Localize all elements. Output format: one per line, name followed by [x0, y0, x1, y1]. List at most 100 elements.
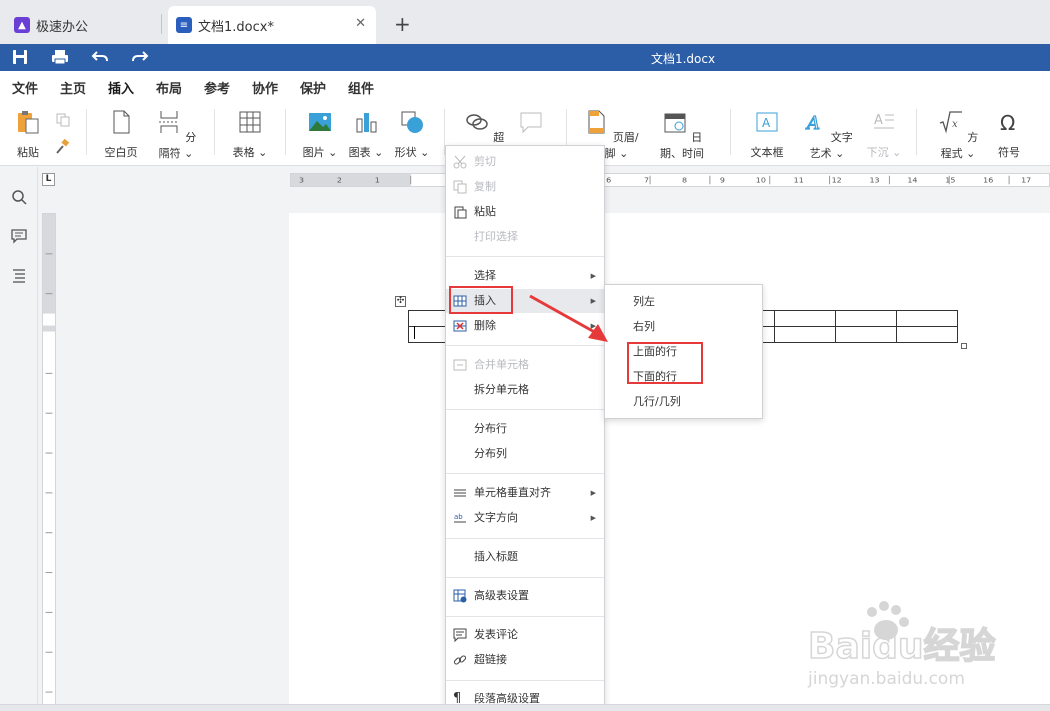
window-title: 文档1.docx — [650, 52, 716, 66]
baidu-watermark: Baidu经验 jingyan.baidu.com — [807, 601, 996, 689]
menu-components[interactable]: 组件 — [348, 78, 374, 97]
svg-text:6: 6 — [606, 176, 611, 184]
omega-icon: Ω — [1000, 111, 1015, 135]
menu-separator — [446, 616, 604, 617]
align-icon — [454, 489, 466, 497]
rocket-icon: ▲ — [14, 17, 30, 33]
table-button[interactable]: 表格 ⌄ — [232, 109, 268, 160]
textart-button[interactable]: A 文字艺术 ⌄ — [798, 109, 856, 161]
header-footer-icon — [588, 110, 605, 134]
new-tab-button[interactable]: + — [394, 12, 411, 36]
menu-item-distribute-cols[interactable]: 分布列 — [446, 442, 604, 466]
svg-text:14: 14 — [907, 176, 917, 184]
menu-insert[interactable]: 插入 — [108, 78, 135, 103]
shape-button[interactable]: 形状 ⌄ — [394, 109, 430, 160]
tab-document[interactable]: ≡ 文档1.docx* ✕ — [168, 6, 376, 44]
copy-icon — [453, 180, 467, 194]
tab-app-home[interactable]: ▲ 极速办公 — [6, 6, 156, 44]
format-painter-icon[interactable] — [54, 139, 70, 155]
menu-item-select[interactable]: 选择 ▶ — [446, 264, 604, 288]
horizontal-ruler[interactable]: 3 2 1 6 7 8 9 10 11 12 13 14 15 16 17 — [290, 173, 1050, 187]
textbox-button[interactable]: A 文本框 — [748, 109, 786, 160]
table-cell[interactable] — [774, 326, 836, 343]
table-move-handle[interactable]: ✣ — [395, 296, 406, 307]
dropcap-button[interactable]: A 下沉 ⌄ — [864, 109, 904, 160]
search-icon[interactable] — [11, 189, 27, 205]
link-icon — [453, 655, 467, 665]
table-settings-icon — [453, 589, 467, 603]
submenu-item-rows-cols[interactable]: 几行/几列 — [605, 389, 762, 414]
menu-references[interactable]: 参考 — [204, 78, 230, 97]
menu-item-post-comment[interactable]: 发表评论 — [446, 623, 604, 647]
svg-text:8: 8 — [682, 176, 687, 184]
chart-button[interactable]: 图表 ⌄ — [348, 109, 384, 160]
menu-collaborate[interactable]: 协作 — [252, 78, 278, 97]
merge-cells-icon — [453, 359, 467, 371]
svg-text:A: A — [762, 116, 771, 130]
menu-item-advanced-table[interactable]: 高级表设置 — [446, 584, 604, 608]
menu-item-text-direction[interactable]: ab 文字方向 ▶ — [446, 506, 604, 530]
menu-item-hyperlink[interactable]: 超链接 — [446, 648, 604, 672]
textart-icon: A — [805, 112, 821, 134]
navigation-icon[interactable] — [11, 267, 27, 283]
table-cell[interactable] — [835, 310, 897, 327]
undo-icon[interactable] — [91, 48, 109, 66]
menu-item-split-cell[interactable]: 拆分单元格 — [446, 378, 604, 402]
menu-separator — [446, 577, 604, 578]
ribbon-separator — [86, 109, 87, 155]
tab-separator — [161, 14, 162, 34]
vertical-ruler[interactable] — [42, 213, 56, 711]
ribbon-separator — [285, 109, 286, 155]
menu-item-print-selection[interactable]: 打印选择 — [446, 225, 604, 249]
svg-text:x: x — [952, 119, 958, 130]
paste-button[interactable]: 粘贴 — [12, 109, 44, 160]
chart-icon — [356, 113, 377, 133]
submenu-item-col-right[interactable]: 右列 — [605, 314, 762, 339]
menu-item-distribute-rows[interactable]: 分布行 — [446, 417, 604, 441]
menu-separator — [446, 473, 604, 474]
submenu-item-col-left[interactable]: 列左 — [605, 289, 762, 314]
table-cell[interactable] — [835, 326, 897, 343]
menu-file[interactable]: 文件 — [12, 78, 38, 97]
text-cursor — [414, 326, 415, 339]
menu-protect[interactable]: 保护 — [300, 78, 326, 97]
menu-item-copy[interactable]: 复制 — [446, 175, 604, 199]
redo-icon[interactable] — [131, 48, 149, 66]
svg-text:3: 3 — [299, 176, 304, 184]
picture-button[interactable]: 图片 ⌄ — [302, 109, 338, 160]
tab-app-label: 极速办公 — [36, 19, 89, 35]
tab-stop-selector[interactable]: L — [42, 173, 55, 186]
delete-row-icon — [453, 320, 467, 332]
equation-icon: x — [939, 111, 962, 134]
menu-item-cut[interactable]: 剪切 — [446, 150, 604, 174]
annotation-arrow-icon — [529, 294, 608, 342]
equation-button[interactable]: x 方程式 ⌄ — [934, 109, 982, 161]
menu-item-merge-cells[interactable]: 合并单元格 — [446, 353, 604, 377]
copy-icon[interactable] — [56, 113, 70, 127]
table-resize-handle[interactable] — [961, 343, 967, 349]
symbol-button[interactable]: Ω 符号 — [992, 109, 1026, 160]
menu-item-cell-valign[interactable]: 单元格垂直对齐 ▶ — [446, 481, 604, 505]
blank-page-button[interactable]: 空白页 — [102, 109, 140, 160]
menu-layout[interactable]: 布局 — [156, 78, 182, 97]
paste-icon — [18, 111, 39, 134]
svg-text:10: 10 — [756, 176, 766, 184]
menu-item-paste[interactable]: 粘贴 — [446, 200, 604, 224]
close-icon[interactable]: ✕ — [355, 16, 366, 31]
svg-text:12: 12 — [832, 176, 842, 184]
scissors-icon — [453, 155, 467, 169]
comments-icon[interactable] — [11, 228, 27, 244]
page-break-button[interactable]: 分隔符 ⌄ — [152, 109, 200, 161]
submenu-arrow-icon: ▶ — [590, 489, 596, 497]
datetime-button[interactable]: 日期、时间 — [652, 109, 712, 161]
table-cell[interactable] — [774, 310, 836, 327]
table-cell[interactable] — [896, 310, 958, 327]
table-cell[interactable] — [896, 326, 958, 343]
print-icon[interactable] — [51, 48, 69, 66]
menu-home[interactable]: 主页 — [60, 78, 86, 97]
svg-text:A: A — [805, 113, 820, 134]
save-icon[interactable] — [11, 48, 29, 66]
watermark-brand: Baidu经验 — [808, 626, 995, 667]
menu-item-insert-caption[interactable]: 插入标题 — [446, 545, 604, 569]
watermark-url: jingyan.baidu.com — [807, 669, 965, 689]
